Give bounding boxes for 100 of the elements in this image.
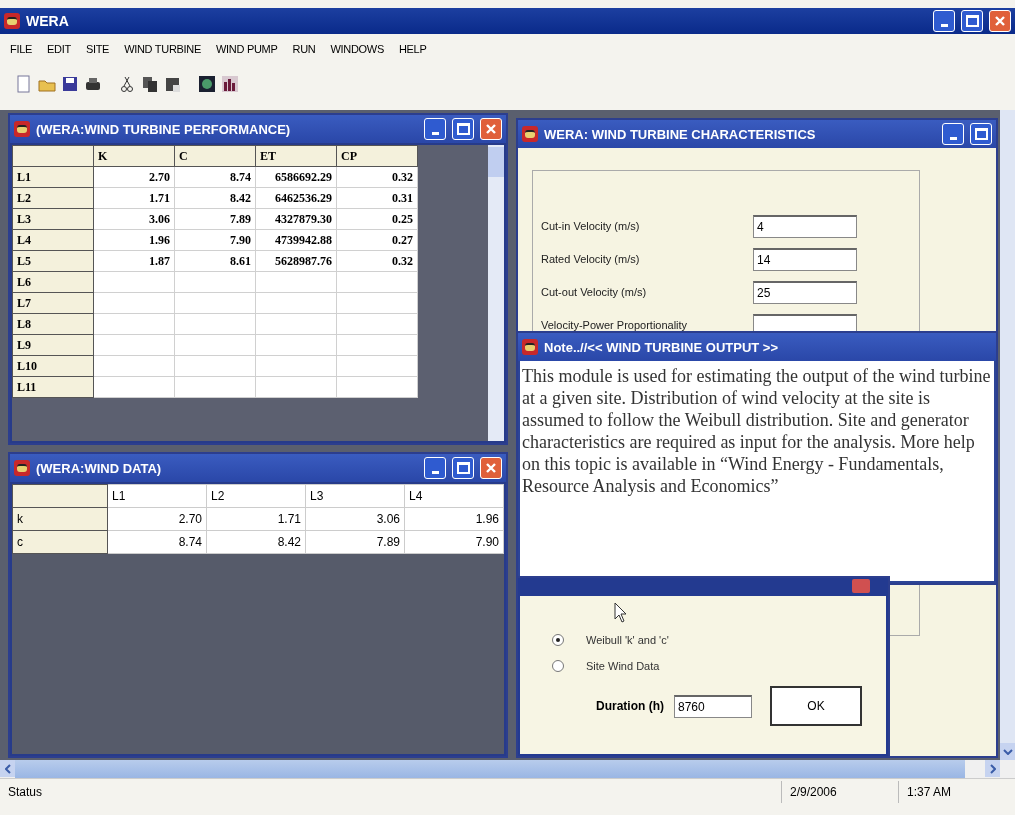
table-cell: 4327879.30 <box>255 208 337 230</box>
row-header: L4 <box>12 229 94 251</box>
menu-item[interactable]: RUN <box>290 42 318 56</box>
table-cell: 2.70 <box>107 507 207 531</box>
maximize-button[interactable] <box>961 10 983 32</box>
globe-icon[interactable] <box>197 74 217 94</box>
minimize-button[interactable] <box>942 123 964 145</box>
input-field[interactable]: 8760 <box>674 694 752 718</box>
ok-button[interactable]: OK <box>770 686 862 726</box>
table-cell: 0.32 <box>336 250 418 272</box>
table-cell: 1.71 <box>206 507 306 531</box>
column-header: L4 <box>404 484 504 508</box>
note-text: This module is used for estimating the output of the wind turbine at a given site. Distribution of wind velocity at the site is assumed to follow the Weibull distribution. Site and generator characteristics are required as input for the analysis. More help on this topic is available in “Wind Energy - Fundamentals, Resource Analysis and Economics” <box>520 361 994 581</box>
row-header: c <box>12 530 108 554</box>
table-cell: 1.87 <box>93 250 175 272</box>
status-date: 2/9/2006 <box>781 781 898 803</box>
maximize-button[interactable] <box>970 123 992 145</box>
table-cell: 7.90 <box>404 530 504 554</box>
maximize-button[interactable] <box>452 457 474 479</box>
row-header: L3 <box>12 208 94 230</box>
row-header: L9 <box>12 334 94 356</box>
column-header: C <box>174 145 256 167</box>
field-label: Duration (h) <box>596 699 664 713</box>
minimize-button[interactable] <box>424 457 446 479</box>
menu-item[interactable]: HELP <box>396 42 429 56</box>
table-cell: 2.70 <box>93 166 175 188</box>
row-header: L11 <box>12 376 94 398</box>
column-header: K <box>93 145 175 167</box>
menu-item[interactable]: WIND PUMP <box>214 42 280 56</box>
close-button[interactable] <box>989 10 1011 32</box>
option-label: Site Wind Data <box>586 660 660 672</box>
row-header: k <box>12 507 108 531</box>
table-cell: 7.90 <box>174 229 256 251</box>
table-cell: 8.74 <box>107 530 207 554</box>
table-cell: 5628987.76 <box>255 250 337 272</box>
row-header: L1 <box>12 166 94 188</box>
menu-item[interactable]: SITE <box>83 42 112 56</box>
table-cell: 6586692.29 <box>255 166 337 188</box>
close-icon <box>485 462 497 474</box>
app-icon <box>14 460 30 476</box>
app-icon <box>522 126 538 142</box>
menu-item[interactable]: FILE <box>8 42 35 56</box>
copy-icon[interactable] <box>140 74 160 94</box>
horizontal-scrollbar[interactable] <box>0 760 1015 778</box>
table-cell: 8.61 <box>174 250 256 272</box>
table-cell: 0.25 <box>336 208 418 230</box>
close-button[interactable] <box>480 457 502 479</box>
maximize-button[interactable] <box>452 118 474 140</box>
radio-button[interactable] <box>552 634 564 646</box>
field-label: Velocity-Power Proportionality <box>541 319 689 331</box>
menu-item[interactable]: WIND TURBINE <box>122 42 203 56</box>
field-label: Rated Velocity (m/s) <box>541 253 641 265</box>
window-title: WERA: WIND TURBINE CHARACTERISTICS <box>544 126 816 142</box>
row-header: L6 <box>12 271 94 293</box>
column-header: L3 <box>305 484 405 508</box>
table-cell: 6462536.29 <box>255 187 337 209</box>
field-label: Cut-out Velocity (m/s) <box>541 286 648 298</box>
close-button[interactable] <box>480 118 502 140</box>
chart-icon[interactable] <box>220 74 240 94</box>
table-cell: 3.06 <box>93 208 175 230</box>
window-title: (WERA:WIND TURBINE PERFORMANCE) <box>36 121 291 137</box>
window-title: (WERA:WIND DATA) <box>36 460 162 476</box>
table-cell: 8.42 <box>174 187 256 209</box>
table-cell: 0.31 <box>336 187 418 209</box>
table-cell: 1.96 <box>404 507 504 531</box>
minimize-button[interactable] <box>933 10 955 32</box>
input-field[interactable]: 25 <box>753 280 857 304</box>
menu-item[interactable]: WINDOWS <box>328 42 386 56</box>
column-header: ET <box>255 145 337 167</box>
window-title: WERA <box>26 13 69 29</box>
input-field[interactable]: 4 <box>753 214 857 238</box>
table-cell: 8.74 <box>174 166 256 188</box>
app-icon <box>4 13 20 29</box>
status-time: 1:37 AM <box>898 781 1015 803</box>
table-cell: 7.89 <box>305 530 405 554</box>
column-header: L2 <box>206 484 306 508</box>
table-cell: 8.42 <box>206 530 306 554</box>
option-label: Weibull 'k' and 'c' <box>586 634 669 646</box>
vertical-scrollbar[interactable] <box>1000 110 1015 760</box>
table-cell: 4739942.88 <box>255 229 337 251</box>
close-icon <box>485 123 497 135</box>
close-icon <box>994 15 1006 27</box>
menu-item[interactable]: EDIT <box>45 42 73 56</box>
row-header: L10 <box>12 355 94 377</box>
window-title: Note..//<< WIND TURBINE OUTPUT >> <box>544 339 779 355</box>
save-icon[interactable] <box>60 74 80 94</box>
row-header: L8 <box>12 313 94 335</box>
row-header: L2 <box>12 187 94 209</box>
table-cell: 3.06 <box>305 507 405 531</box>
row-header: L5 <box>12 250 94 272</box>
field-label: Cut-in Velocity (m/s) <box>541 220 641 232</box>
minimize-button[interactable] <box>424 118 446 140</box>
app-icon <box>14 121 30 137</box>
row-header: L7 <box>12 292 94 314</box>
table-cell: 1.96 <box>93 229 175 251</box>
input-field[interactable]: 14 <box>753 247 857 271</box>
mouse-pointer-icon <box>614 602 628 624</box>
radio-button[interactable] <box>552 660 564 672</box>
table-cell: 0.32 <box>336 166 418 188</box>
vertical-scrollbar[interactable] <box>488 145 504 441</box>
